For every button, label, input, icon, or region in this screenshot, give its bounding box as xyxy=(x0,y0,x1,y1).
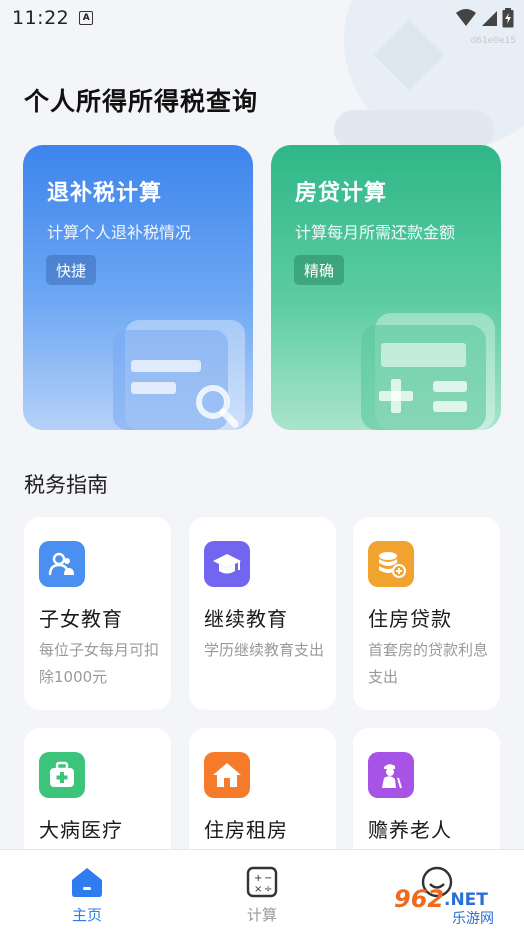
signal-icon xyxy=(482,11,497,26)
nav-label-calculate: 计算 xyxy=(246,906,277,924)
guide-item-children-education[interactable]: 子女教育 每位子女每月可扣除1000元 xyxy=(24,517,171,710)
coins-icon xyxy=(368,541,414,587)
guide-item-title: 继续教育 xyxy=(204,607,288,631)
status-bar: 11:22 A xyxy=(0,0,524,36)
home-icon xyxy=(69,864,105,900)
card-tag: 精确 xyxy=(294,255,345,285)
guide-item-title: 子女教育 xyxy=(39,607,123,631)
nav-label-home: 主页 xyxy=(71,906,102,924)
svg-text:+: + xyxy=(254,873,262,884)
graduation-cap-icon xyxy=(204,541,250,587)
guide-item-housing-rent[interactable]: 住房租房 xyxy=(189,728,336,868)
children-icon xyxy=(39,541,85,587)
svg-text:−: − xyxy=(264,873,272,884)
guide-item-desc: 首套房的贷款利息支出 xyxy=(368,641,489,686)
guide-item-title: 赡养老人 xyxy=(368,818,452,842)
card-tag: 快捷 xyxy=(46,255,97,285)
nav-tab-home[interactable]: 主页 xyxy=(27,850,147,933)
guide-item-continuing-education[interactable]: 继续教育 学历继续教育支出 xyxy=(189,517,336,710)
calculator-icon xyxy=(361,313,495,430)
svg-text:÷: ÷ xyxy=(264,884,272,895)
battery-icon xyxy=(502,8,514,28)
guide-item-desc: 学历继续教育支出 xyxy=(204,641,325,659)
guide-item-housing-loan[interactable]: 住房贷款 首套房的贷款利息支出 xyxy=(353,517,500,710)
tax-refund-calc-card[interactable]: 退补税计算 计算个人退补税情况 快捷 xyxy=(23,145,253,430)
calculator-nav-icon: + − × ÷ xyxy=(244,864,280,900)
wifi-icon xyxy=(456,9,476,26)
site-watermark-logo: 962 .NET 乐游网 xyxy=(394,885,494,927)
document-search-icon xyxy=(113,320,245,430)
house-icon xyxy=(204,752,250,798)
card-title: 房贷计算 xyxy=(295,181,388,206)
build-code: d61e0e15 xyxy=(470,36,516,46)
watermark-tagline: 乐游网 xyxy=(452,911,494,927)
guide-item-title: 大病医疗 xyxy=(39,818,123,842)
notification-a-icon: A xyxy=(79,11,94,25)
guide-item-desc: 每位子女每月可扣除1000元 xyxy=(39,641,160,686)
guide-item-title: 住房租房 xyxy=(204,818,288,842)
watermark-suffix: .NET xyxy=(444,890,488,910)
watermark-brand: 962 xyxy=(394,885,444,913)
guide-item-title: 住房贷款 xyxy=(368,607,452,631)
mortgage-calc-card[interactable]: 房贷计算 计算每月所需还款金额 精确 xyxy=(271,145,501,430)
page-title: 个人所得所得税查询 xyxy=(24,87,259,116)
card-title: 退补税计算 xyxy=(47,181,163,206)
card-subtitle: 计算个人退补税情况 xyxy=(47,223,192,242)
section-title-tax-guide: 税务指南 xyxy=(24,473,108,497)
status-time: 11:22 xyxy=(12,7,70,29)
guide-item-serious-illness[interactable]: 大病医疗 xyxy=(24,728,171,868)
svg-text:×: × xyxy=(254,884,262,895)
card-subtitle: 计算每月所需还款金额 xyxy=(295,223,456,242)
elderly-icon xyxy=(368,752,414,798)
medical-kit-icon xyxy=(39,752,85,798)
nav-tab-calculate[interactable]: + − × ÷ 计算 xyxy=(202,850,322,933)
guide-item-elderly-support[interactable]: 赡养老人 xyxy=(353,728,500,868)
